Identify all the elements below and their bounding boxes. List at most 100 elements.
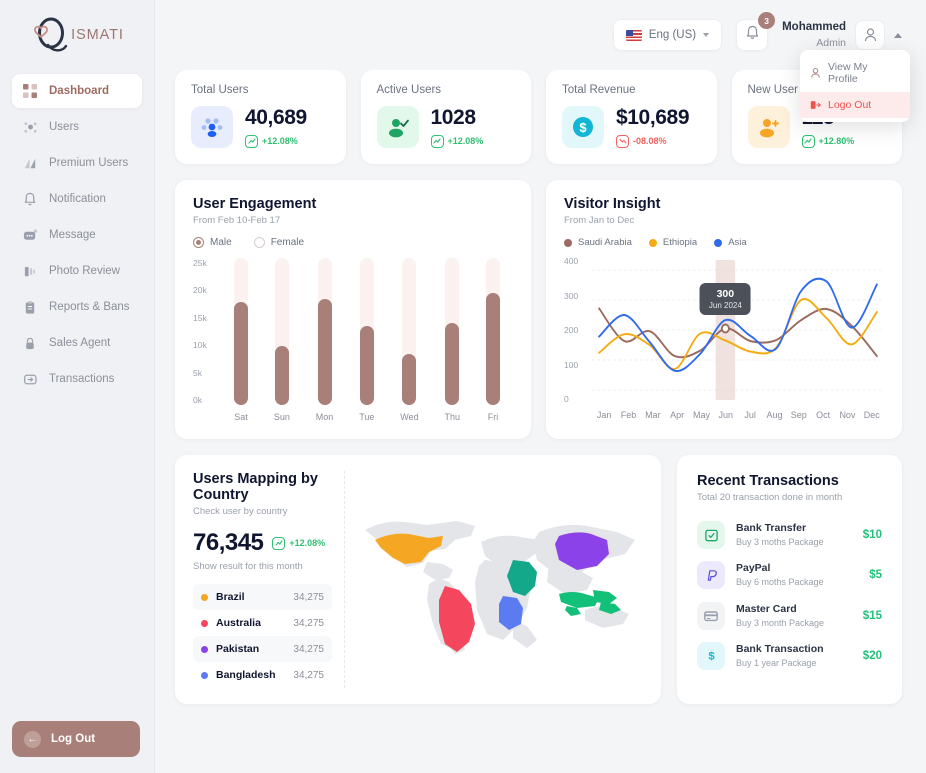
country-value: 34,275 [293,643,324,655]
mapping-total: 76,345 [193,529,264,556]
sidebar-item-photo-review[interactable]: Photo Review [12,254,142,288]
brand-name: ISMATI [71,27,124,43]
user-menu-trigger[interactable]: Mohammed Admin [782,20,902,50]
x-tick: Dec [863,410,880,420]
list-item[interactable]: Australia 34,275 [193,610,332,636]
trend-up-icon [801,134,815,148]
radio-female[interactable]: Female [253,237,304,248]
avatar[interactable] [855,20,885,50]
sidebar-item-dashboard[interactable]: Dashboard [12,74,142,108]
trend-value: +12.08% [447,136,484,147]
paypal-icon [697,561,725,590]
transaction-amount: $15 [862,609,882,622]
panel-title: Recent Transactions [697,473,839,489]
credit-card-icon [697,601,725,630]
x-tick: Aug [766,410,783,420]
x-tick: Sep [790,410,807,420]
country-dot-icon [201,671,208,679]
panel-title: Visitor Insight [564,196,661,212]
sidebar-item-notification[interactable]: Notification [12,182,142,216]
bar-column[interactable]: Sun [274,258,290,423]
bar-track [445,258,460,405]
caret-up-icon[interactable] [894,32,902,38]
menu-item-logout[interactable]: Logo Out [800,92,910,118]
sidebar-item-label: Premium Users [49,157,129,169]
bank-transfer-icon [697,521,725,550]
bar-track [233,258,248,405]
sidebar-logout-button[interactable]: ← Log Out [12,721,140,757]
content-area: Total Users 40,689 +12.08% Active Users … [155,70,926,773]
world-map[interactable] [345,471,643,688]
bar-column[interactable]: Mon [316,258,333,423]
bar-y-axis: 25k 20k 15k 10k 5k 0k [193,258,221,405]
list-item[interactable]: $ Bank Transaction Buy 1 year Package $2… [697,641,882,670]
bar-column[interactable]: Thu [445,258,460,423]
list-item[interactable]: Bangladesh 34,275 [193,662,332,688]
x-tick: Jul [744,410,756,420]
stat-trend: -08.08% [616,134,689,148]
stat-card-active-users: Active Users 1028 +12.08% [360,70,531,164]
stat-trend: +12.80% [801,134,854,148]
stat-value: 40,689 [245,106,307,130]
legend-item-ethiopia[interactable]: Ethiopia [648,237,697,248]
main-area: Eng (US) 3 Mohammed Admin View My Profil… [155,0,926,773]
menu-item-label: View My Profile [827,61,868,85]
visitor-insight-panel: Visitor Insight From Jan to Dec Saudi Ar… [546,180,902,439]
sidebar-item-users[interactable]: Users [12,110,142,144]
list-item[interactable]: Bank Transfer Buy 3 moths Package $10 [697,521,882,550]
country-value: 34,275 [293,591,324,603]
bar-column[interactable]: Wed [400,258,419,423]
notification-button[interactable]: 3 [736,12,776,51]
trend-up-icon [245,134,258,148]
stat-title: Total Revenue [562,84,636,96]
sidebar-item-premium-users[interactable]: Premium Users [12,146,142,180]
bar-fill [359,325,374,405]
sidebar-item-transactions[interactable]: Transactions [12,362,142,396]
topbar: Eng (US) 3 Mohammed Admin View My Profil… [155,0,926,122]
gender-filter: Male Female [193,237,513,248]
line-x-axis: Jan Feb Mar Apr May Jun Jul Aug Sep Oct Nov Dec [592,410,884,420]
bell-icon [22,191,38,207]
sidebar-item-reports-bans[interactable]: Reports & Bans [12,290,142,324]
list-item[interactable]: PayPal Buy 6 moths Package $5 [697,561,882,590]
charts-row: User Engagement From Feb 10-Feb 17 Male … [175,180,902,439]
legend-label: Saudi Arabia [578,237,632,248]
x-tick: Apr [670,410,685,420]
bottom-row: Users Mapping by Country Check user by c… [175,455,902,704]
bar-column[interactable]: Sat [233,258,248,423]
bar-column[interactable]: Tue [359,258,374,423]
stat-card-total-revenue: Total Revenue $ $10,689 -08.08% [546,70,717,164]
panel-title: User Engagement [193,196,317,212]
list-item[interactable]: Master Card Buy 3 month Package $15 [697,601,882,630]
radio-male[interactable]: Male [193,237,232,248]
bar-plot-area: Sat Sun Mon Tue Wed Thu Fri [221,258,513,423]
logout-icon [810,101,821,109]
list-item[interactable]: Pakistan 34,275 [193,636,332,662]
sidebar-nav: Dashboard Users Premium Users Notificati… [0,74,154,396]
bar-fill [233,302,248,405]
stat-cards: Total Users 40,689 +12.08% Active Users … [175,70,902,164]
bar-label: Wed [400,412,419,422]
list-item[interactable]: Brazil 34,275 [193,584,332,610]
bar-fill [402,353,417,405]
menu-item-view-profile[interactable]: View My Profile [800,54,910,92]
language-selector[interactable]: Eng (US) [612,19,723,51]
line-y-axis: 400 300 200 100 0 [564,256,592,404]
country-list: Brazil 34,275 Australia 34,275 Pakistan … [193,584,332,688]
sidebar-item-label: Transactions [49,373,115,385]
brand-logo[interactable]: ISMATI [0,0,154,70]
legend-item-saudi-arabia[interactable]: Saudi Arabia [564,237,632,248]
chevron-down-icon [703,33,710,37]
y-tick: 400 [564,256,579,266]
legend-item-asia[interactable]: Asia [714,237,747,248]
x-tick: Jun [718,410,734,420]
transaction-desc: Buy 6 moths Package [736,577,824,588]
sidebar-item-message[interactable]: Message [12,218,142,252]
sidebar-item-sales-agent[interactable]: Sales Agent [12,326,142,360]
bar-track [274,258,289,405]
country-dot-icon [201,645,208,653]
notification-badge: 3 [758,12,776,29]
recent-transactions-panel: Recent Transactions Total 20 transaction… [677,455,902,704]
radio-label: Male [210,237,232,248]
bar-column[interactable]: Fri [485,258,500,423]
